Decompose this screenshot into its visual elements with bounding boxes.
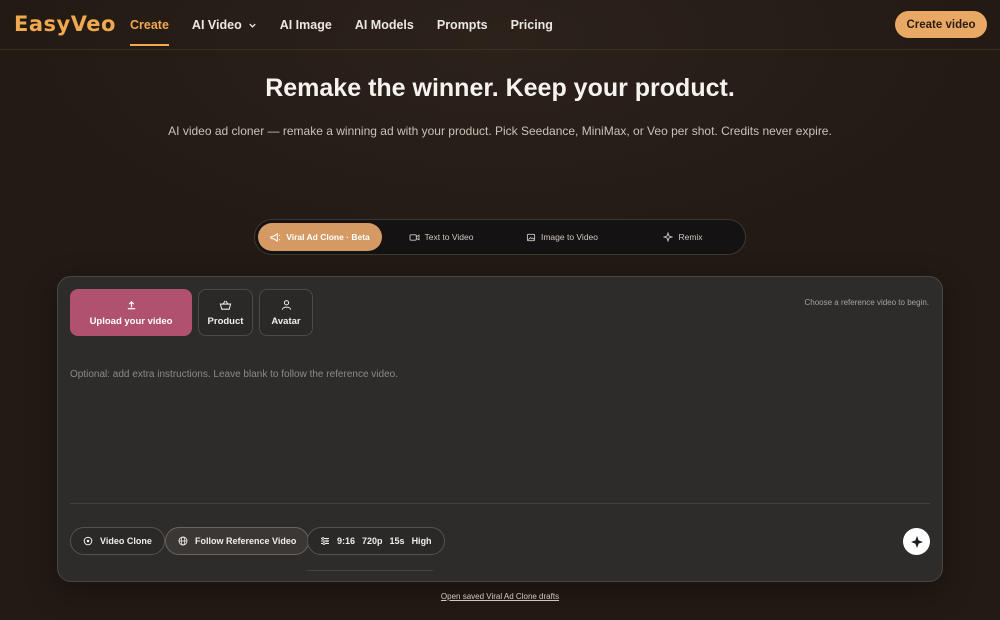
sliders-icon [321,537,329,545]
tab-viral-ad-clone[interactable]: Viral Ad Clone · Beta [258,223,382,251]
page-subtitle: AI video ad cloner — remake a winning ad… [168,124,832,138]
clone-panel: Upload your video Product Avatar Choose … [57,276,943,582]
tab-image-to-video[interactable]: Image to Video [500,223,624,251]
quality-value: High [411,536,432,546]
chevron-down-icon [248,21,257,30]
mode-tabs: Viral Ad Clone · Beta Text to Video Imag… [254,219,746,255]
nav-link-create[interactable]: Create [130,0,169,50]
video-icon [409,233,419,241]
generate-button[interactable] [903,528,930,555]
nav-link-ai-models[interactable]: AI Models [355,0,414,50]
divider [70,503,930,504]
upload-video-button[interactable]: Upload your video [70,289,192,336]
nav-link-ai-video[interactable]: AI Video [192,0,257,50]
sparkle-icon [910,535,923,548]
tab-text-to-video[interactable]: Text to Video [382,223,500,251]
sparkle-icon [663,232,674,242]
instructions-input[interactable] [70,369,930,489]
nav-link-ai-image[interactable]: AI Image [280,0,332,50]
open-drafts-link[interactable]: Open saved Viral Ad Clone drafts [0,592,1000,601]
clone-icon [83,536,93,546]
upload-icon [126,298,137,312]
video-clone-pill[interactable]: Video Clone [70,527,165,555]
page-title: Remake the winner. Keep your product. [265,74,735,102]
top-nav: EasyVeo Create AI Video AI Image AI Mode… [0,0,1000,50]
image-icon [526,233,536,241]
reference-hint: Choose a reference video to begin. [804,298,929,307]
nav-link-pricing[interactable]: Pricing [511,0,553,50]
duration-value: 15s [389,536,405,546]
globe-icon [178,536,188,546]
product-button[interactable]: Product [198,289,253,336]
person-icon [281,298,292,312]
logo[interactable]: EasyVeo [14,12,116,36]
create-video-button[interactable]: Create video [895,11,987,38]
nav-links: Create AI Video AI Image AI Models Promp… [130,0,576,50]
nav-link-prompts[interactable]: Prompts [437,0,488,50]
aspect-ratio-value: 9:16 [337,536,356,546]
basket-icon [219,298,232,312]
generation-settings-pill[interactable]: 9:16 720p 15s High [307,527,445,555]
tab-remix[interactable]: Remix [624,223,742,251]
settings-underline [307,570,433,571]
resolution-value: 720p [362,536,383,546]
follow-reference-pill[interactable]: Follow Reference Video [165,527,310,555]
avatar-button[interactable]: Avatar [259,289,313,336]
megaphone-icon [270,232,281,242]
